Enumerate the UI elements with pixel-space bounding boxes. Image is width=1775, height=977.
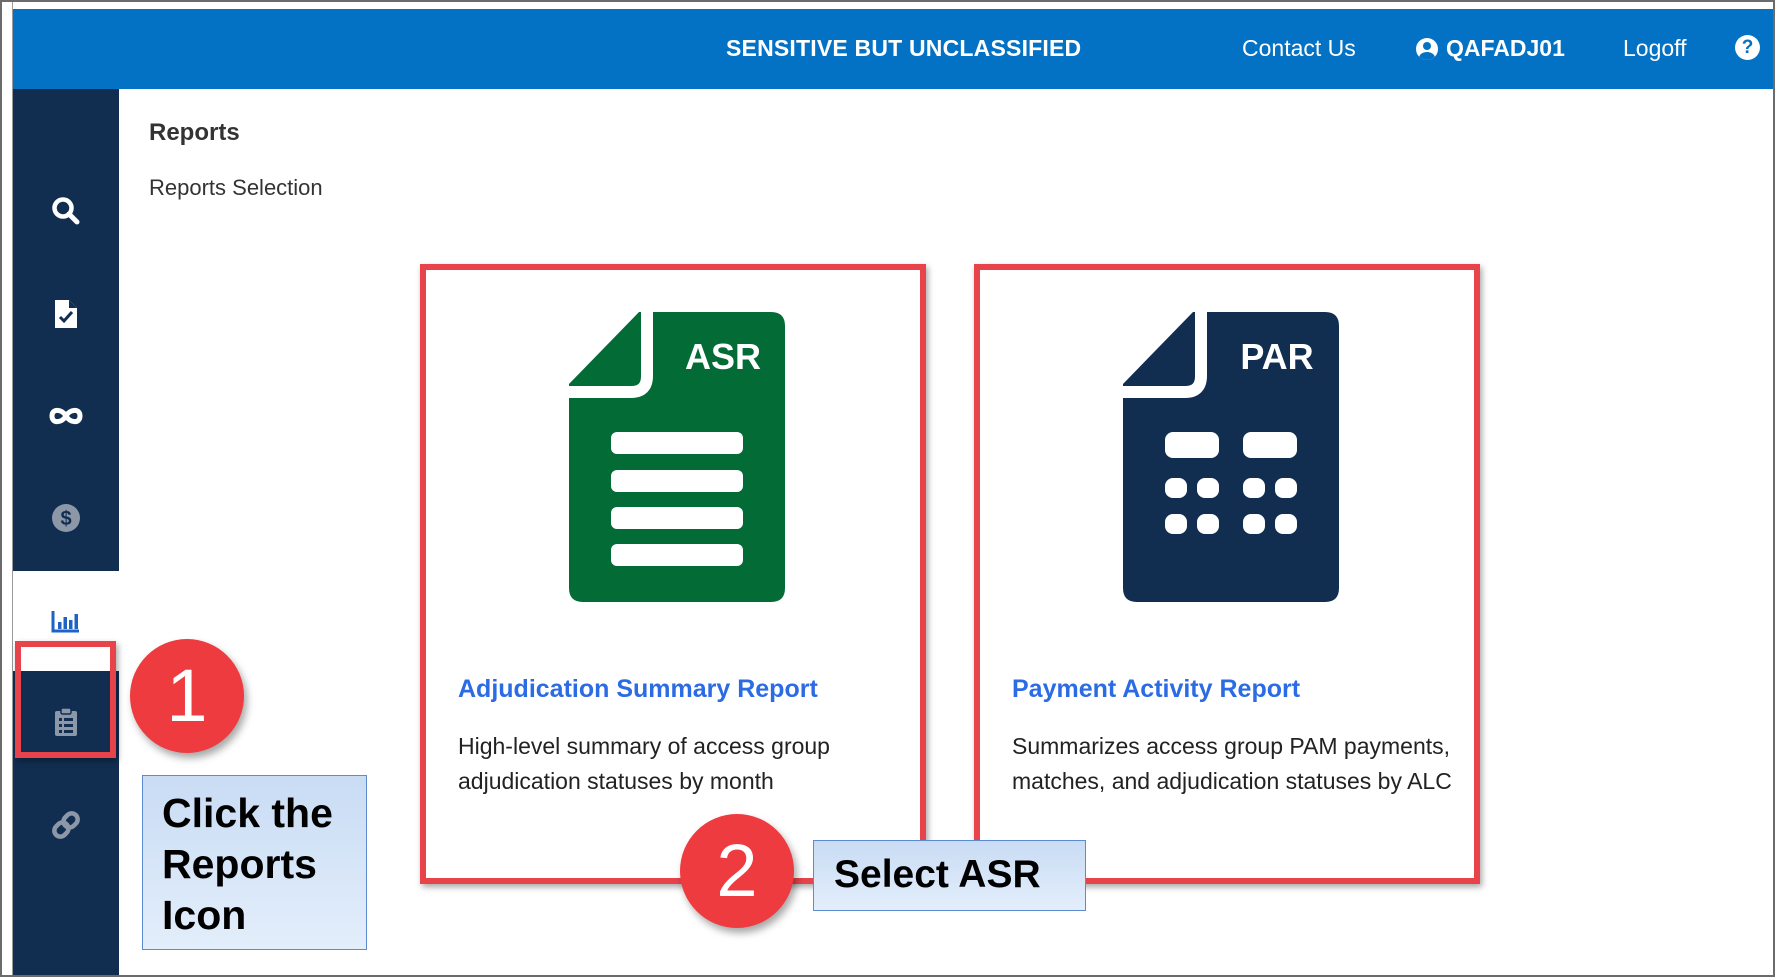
asr-report-card[interactable]: ASR Adjudication Summary Report High-lev… [423,267,929,887]
dollar-icon: $ [52,504,80,532]
sidebar-item-payments[interactable]: $ [13,478,119,558]
sidebar-item-documents[interactable] [13,274,119,354]
left-margin [2,2,13,975]
step-2-callout: Select ASR [813,840,1086,911]
page-subtitle: Reports Selection [149,175,323,200]
sidebar-item-infinity[interactable] [13,376,119,456]
par-report-card[interactable]: PAR Payment Activity Report Summarizes a… [977,267,1483,887]
user-menu[interactable]: QAFADJ01 [1416,35,1565,62]
par-card-title[interactable]: Payment Activity Report [1012,675,1300,704]
sidebar-item-links[interactable] [13,785,119,865]
screen-frame: SENSITIVE BUT UNCLASSIFIED Contact Us QA… [0,0,1775,977]
logoff-link[interactable]: Logoff [1623,35,1687,62]
help-icon[interactable]: ? [1735,35,1760,60]
user-name: QAFADJ01 [1446,35,1565,61]
bar-chart-icon [51,611,79,633]
infinity-icon [49,407,83,425]
par-card-description: Summarizes access group PAM payments, ma… [1012,733,1452,794]
page-title: Reports [149,119,240,146]
par-document-icon: PAR [1123,312,1339,602]
sidebar-item-search[interactable] [13,171,119,251]
sidebar-item-reports[interactable] [13,571,119,671]
par-label: PAR [1240,336,1313,377]
step-2-badge: 2 [680,814,794,928]
sidebar: $ [13,89,119,975]
asr-card-description: High-level summary of access group adjud… [458,733,830,794]
link-icon [52,811,80,839]
step-1-badge: 1 [130,639,244,753]
file-check-icon [55,300,77,328]
classification-banner: SENSITIVE BUT UNCLASSIFIED [726,35,1082,61]
sidebar-item-tasks[interactable] [13,682,119,762]
top-bar: SENSITIVE BUT UNCLASSIFIED Contact Us QA… [13,9,1773,89]
svg-text:$: $ [60,508,71,530]
asr-document-icon: ASR [569,312,785,602]
clipboard-icon [55,707,77,736]
search-icon [52,197,80,225]
contact-us-link[interactable]: Contact Us [1242,35,1356,62]
asr-card-title[interactable]: Adjudication Summary Report [458,675,818,704]
asr-label: ASR [685,336,761,377]
user-circle-icon [1416,37,1438,60]
step-1-callout: Click the Reports Icon [142,775,367,950]
